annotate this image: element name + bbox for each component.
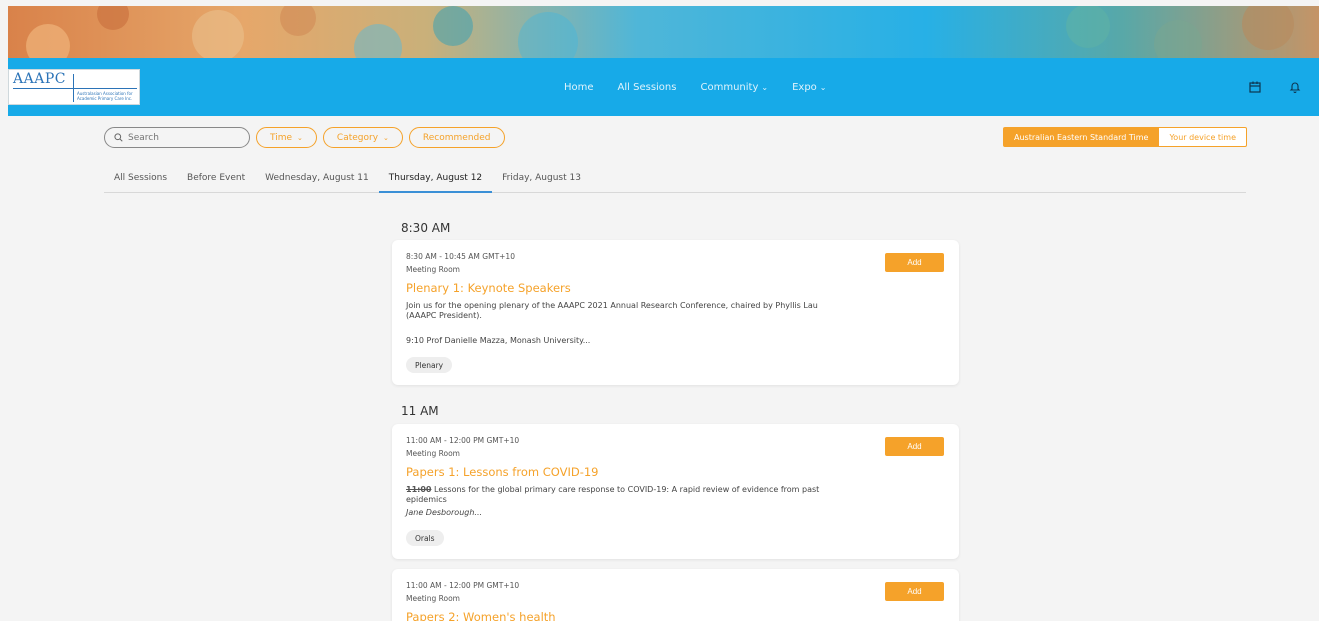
main-nav: Home All Sessions Community ⌄ Expo ⌄ [564,58,850,116]
session-tag: Plenary [406,357,453,373]
category-filter-label: Category [336,132,379,143]
time-filter-label: Time [270,132,293,143]
tab-thursday[interactable]: Thursday, August 12 [378,165,493,193]
session-description-text: Lessons for the global primary care resp… [406,485,820,504]
top-navbar: AAAPC Australasian Association for Acade… [8,58,1319,116]
nav-community-label: Community [700,81,759,93]
session-title[interactable]: Plenary 1: Keynote Speakers [406,281,571,295]
chevron-down-icon: ⌄ [819,82,827,92]
session-room: Meeting Room [406,449,460,458]
time-group-heading: 8:30 AM [401,221,451,235]
timezone-device-button[interactable]: Your device time [1159,127,1247,147]
filter-bar: Time ⌄ Category ⌄ Recommended [104,127,505,148]
time-group-heading: 11 AM [401,404,439,418]
banner-artwork [26,6,1294,58]
session-time: 11:00 AM - 12:00 PM GMT+10 [406,436,520,445]
session-title[interactable]: Papers 2: Women's health [406,610,556,621]
nav-community[interactable]: Community ⌄ [700,82,768,93]
nav-home[interactable]: Home [564,82,594,93]
tab-wednesday[interactable]: Wednesday, August 11 [255,165,379,193]
chevron-down-icon: ⌄ [383,133,389,142]
nav-all-sessions[interactable]: All Sessions [618,82,677,93]
timezone-toggle: Australian Eastern Standard Time Your de… [1003,127,1247,147]
add-session-button[interactable]: Add [885,582,944,601]
search-input[interactable] [128,132,238,143]
search-box[interactable] [104,127,250,148]
tab-all-sessions[interactable]: All Sessions [104,165,177,193]
chevron-down-icon: ⌄ [761,82,769,92]
calendar-icon[interactable] [1249,81,1261,93]
aaapc-logo[interactable]: AAAPC Australasian Association for Acade… [8,69,140,105]
page: AAAPC Australasian Association for Acade… [0,0,1319,621]
session-time: 8:30 AM - 10:45 AM GMT+10 [406,252,515,261]
session-room: Meeting Room [406,594,460,603]
time-filter[interactable]: Time ⌄ [256,127,317,148]
session-card[interactable]: 11:00 AM - 12:00 PM GMT+10 Meeting Room … [392,424,959,559]
add-session-button[interactable]: Add [885,253,944,272]
session-extra: 9:10 Prof Danielle Mazza, Monash Univers… [406,336,591,345]
day-tabs: All Sessions Before Event Wednesday, Aug… [104,165,1246,193]
session-author: Jane Desborough... [406,508,483,517]
tab-before-event[interactable]: Before Event [177,165,255,193]
recommended-filter-label: Recommended [422,132,491,143]
logo-underline [13,88,137,89]
header-banner [8,6,1319,58]
timezone-aest-button[interactable]: Australian Eastern Standard Time [1003,127,1160,147]
chevron-down-icon: ⌄ [297,133,303,142]
session-time: 11:00 AM - 12:00 PM GMT+10 [406,581,520,590]
nav-home-label: Home [564,81,594,93]
session-card[interactable]: 8:30 AM - 10:45 AM GMT+10 Meeting Room P… [392,240,959,385]
tab-friday[interactable]: Friday, August 13 [492,165,591,193]
session-description: 11:00 Lessons for the global primary car… [406,485,846,505]
nav-expo[interactable]: Expo ⌄ [792,82,826,93]
logo-title: AAAPC [13,71,66,87]
nav-expo-label: Expo [792,81,817,93]
nav-all-sessions-label: All Sessions [617,81,677,93]
session-title[interactable]: Papers 1: Lessons from COVID-19 [406,465,599,479]
session-description-time: 11:00 [406,485,432,494]
session-tag: Orals [406,530,444,546]
logo-subtitle: Australasian Association for Academic Pr… [77,91,133,101]
session-card[interactable]: 11:00 AM - 12:00 PM GMT+10 Meeting Room … [392,569,959,621]
session-room: Meeting Room [406,265,460,274]
session-description: Join us for the opening plenary of the A… [406,301,818,320]
add-session-button[interactable]: Add [885,437,944,456]
recommended-filter[interactable]: Recommended [408,127,505,148]
search-icon [114,133,123,142]
nav-icons [1249,58,1301,116]
category-filter[interactable]: Category ⌄ [322,127,403,148]
bell-icon[interactable] [1289,81,1301,93]
